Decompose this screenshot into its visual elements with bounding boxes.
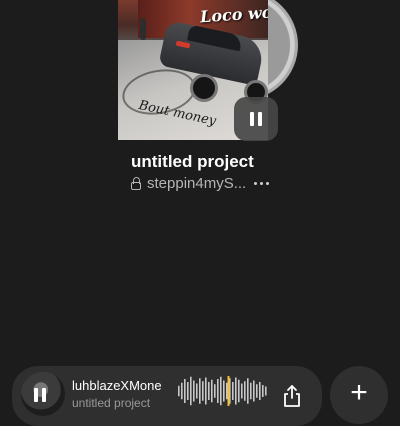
waveform-bar (238, 379, 240, 403)
mini-player-title: luhblazeXMone (72, 378, 162, 393)
artist-name[interactable]: steppin4myS... (147, 175, 246, 192)
waveform-bar (181, 382, 183, 400)
plus-icon: + (350, 376, 368, 409)
album-card[interactable]: Loco world Bout money (118, 0, 298, 142)
waveform-bar (235, 377, 237, 405)
share-icon[interactable] (282, 384, 302, 408)
waveform-bar (178, 385, 180, 397)
waveform-bar (205, 377, 207, 405)
waveform-bar (232, 382, 234, 400)
waveform-bar (208, 382, 210, 400)
mini-player[interactable]: luhblazeXMone untitled project (12, 366, 322, 426)
pause-button[interactable] (234, 97, 278, 141)
waveform-bar (202, 381, 204, 401)
waveform-playhead[interactable] (227, 376, 230, 406)
waveform-bar (214, 384, 216, 398)
waveform-bar (265, 386, 267, 396)
waveform-bar (211, 379, 213, 403)
more-options-icon[interactable] (254, 181, 270, 185)
waveform-bar (196, 383, 198, 399)
add-button[interactable]: + (330, 366, 388, 424)
mini-player-subtitle: untitled project (72, 396, 151, 410)
waveform-bar (241, 383, 243, 399)
waveform-bar (223, 380, 225, 402)
track-title: untitled project (131, 152, 254, 171)
waveform-bar (187, 382, 189, 400)
waveform-bar (244, 381, 246, 401)
waveform-scrubber[interactable] (178, 376, 268, 406)
waveform-bar (190, 376, 192, 406)
lock-icon (131, 176, 142, 190)
waveform-bar (259, 382, 261, 400)
pause-icon (250, 112, 254, 126)
waveform-bar (184, 379, 186, 403)
waveform-bar (220, 376, 222, 406)
waveform-bar (253, 380, 255, 402)
waveform-bar (256, 384, 258, 398)
waveform-bar (193, 380, 195, 402)
waveform-bar (226, 382, 228, 400)
waveform-bar (217, 379, 219, 403)
track-subtitle-row: steppin4myS... (131, 174, 270, 192)
waveform-bar (250, 382, 252, 400)
waveform-bar (262, 385, 264, 397)
